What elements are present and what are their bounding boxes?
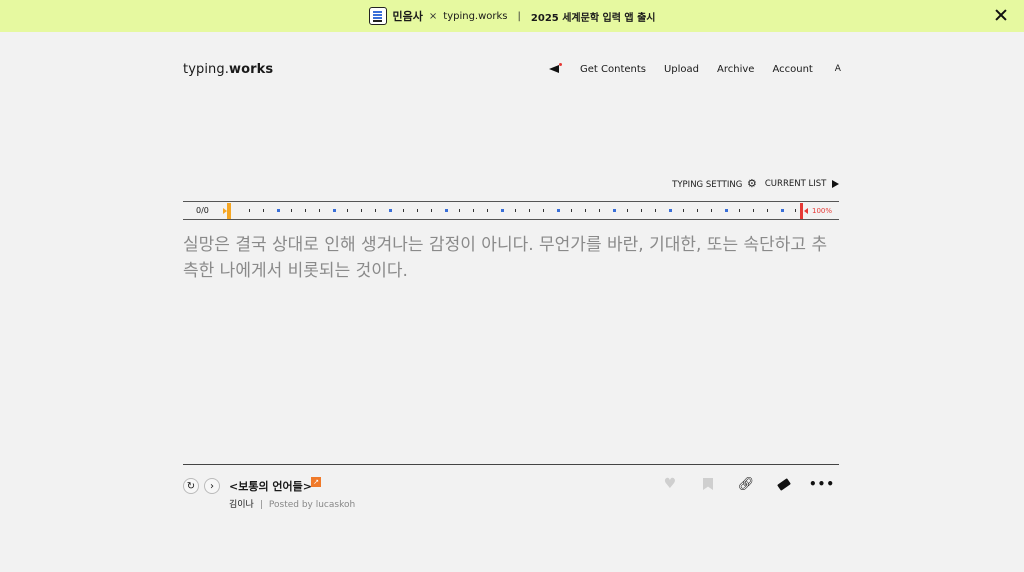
nav-account[interactable]: Account [772, 64, 812, 75]
banner-separator: | [517, 10, 521, 22]
eraser-button[interactable] [776, 476, 792, 492]
ruler-tick [627, 209, 628, 212]
action-bar: ♥ 🔗︎ ••• [662, 476, 834, 492]
banner-cross: × [428, 10, 438, 22]
play-icon [832, 179, 839, 188]
banner-title: 2025 세계문학 입력 앱 출시 [530, 12, 656, 24]
ruler-major-tick [277, 209, 280, 212]
nav-get-contents[interactable]: Get Contents [580, 64, 646, 75]
progress-start-marker [227, 203, 231, 219]
main-nav: Get Contents Upload Archive Account A [548, 63, 845, 75]
ruler-major-tick [557, 209, 560, 212]
ruler-tick [417, 209, 418, 212]
ruler-tick [599, 209, 600, 212]
more-button[interactable]: ••• [809, 476, 834, 492]
restart-button[interactable]: ↻ [183, 478, 199, 494]
progress-ruler: 0/0 100% [183, 201, 839, 220]
ruler-major-tick [725, 209, 728, 212]
ruler-tick [739, 209, 740, 212]
progress-end-arrow-icon [804, 208, 808, 214]
bookmark-icon [703, 478, 713, 490]
footer-divider [183, 464, 839, 465]
nav-archive[interactable]: Archive [717, 64, 754, 75]
ruler-tick [711, 209, 712, 212]
avatar[interactable]: A [831, 64, 845, 74]
typing-controls: TYPING SETTING ⚙ CURRENT LIST [672, 178, 839, 190]
promo-banner-content[interactable]: 민음사 × typing.works | 2025 세계문학 입력 앱 출시 [368, 7, 656, 25]
chevron-right-icon: › [210, 480, 214, 492]
gear-icon: ⚙ [747, 177, 757, 190]
logo-bold-text: works [228, 62, 274, 77]
more-icon: ••• [809, 477, 836, 491]
ruler-tick [263, 209, 264, 212]
current-list-label: CURRENT LIST [764, 179, 827, 189]
ruler-tick [347, 209, 348, 212]
ruler-tick [375, 209, 376, 212]
ruler-major-tick [613, 209, 616, 212]
ruler-tick [585, 209, 586, 212]
byline-separator: | [259, 500, 263, 510]
ruler-tick [249, 209, 250, 212]
heart-icon: ♥ [663, 476, 677, 492]
ruler-tick [683, 209, 684, 212]
banner-site: typing.works [443, 10, 508, 22]
progress-count: 0/0 [196, 206, 209, 215]
ruler-tick [487, 209, 488, 212]
ruler-major-tick [669, 209, 672, 212]
current-list-button[interactable]: CURRENT LIST [765, 179, 839, 189]
ruler-tick [431, 209, 432, 212]
banner-brand: 민음사 [392, 10, 423, 23]
ruler-tick [655, 209, 656, 212]
progress-end-marker [800, 203, 803, 219]
nav-upload[interactable]: Upload [664, 64, 699, 75]
eraser-icon [777, 477, 791, 491]
ruler-tick [305, 209, 306, 212]
author-name: 김이나 [229, 500, 254, 510]
minumsa-logo-icon [368, 7, 387, 25]
ruler-tick [753, 209, 754, 212]
site-logo[interactable]: typing.works [183, 62, 273, 77]
ruler-tick [361, 209, 362, 212]
ruler-tick [473, 209, 474, 212]
ruler-tick [641, 209, 642, 212]
external-link-icon[interactable]: ↗ [311, 477, 321, 487]
ruler-major-tick [445, 209, 448, 212]
ruler-tick [291, 209, 292, 212]
ruler-tick [319, 209, 320, 212]
typing-passage[interactable]: 실망은 결국 상대로 인해 생겨나는 감정이 아니다. 무언가를 바란, 기대한… [183, 232, 839, 284]
ruler-tick [795, 209, 796, 212]
logo-light-text: typing. [183, 62, 229, 77]
like-button[interactable]: ♥ [662, 476, 678, 492]
ruler-major-tick [333, 209, 336, 212]
restart-icon: ↻ [186, 480, 196, 492]
ruler-tick [459, 209, 460, 212]
ruler-tick [529, 209, 530, 212]
typing-setting-label: TYPING SETTING [672, 180, 743, 190]
ruler-tick [403, 209, 404, 212]
ruler-tick [697, 209, 698, 212]
ruler-tick [767, 209, 768, 212]
book-title[interactable]: <보통의 언어들> [229, 478, 312, 494]
promo-banner: 민음사 × typing.works | 2025 세계문학 입력 앱 출시 [0, 0, 1024, 32]
posted-by: Posted by lucaskoh [268, 500, 356, 510]
megaphone-icon[interactable] [548, 63, 562, 75]
copy-link-button[interactable]: 🔗︎ [737, 476, 755, 492]
progress-percent: 100% [812, 207, 833, 215]
link-icon: 🔗︎ [737, 476, 755, 492]
close-icon[interactable] [994, 8, 1008, 22]
typing-setting-button[interactable]: TYPING SETTING ⚙ [672, 178, 757, 190]
next-button[interactable]: › [204, 478, 220, 494]
ruler-major-tick [389, 209, 392, 212]
ruler-tick [543, 209, 544, 212]
ruler-ticks [239, 202, 799, 219]
byline: 김이나 | Posted by lucaskoh [229, 497, 355, 510]
ruler-major-tick [781, 209, 784, 212]
bookmark-button[interactable] [700, 476, 716, 492]
ruler-tick [515, 209, 516, 212]
ruler-major-tick [501, 209, 504, 212]
ruler-tick [571, 209, 572, 212]
